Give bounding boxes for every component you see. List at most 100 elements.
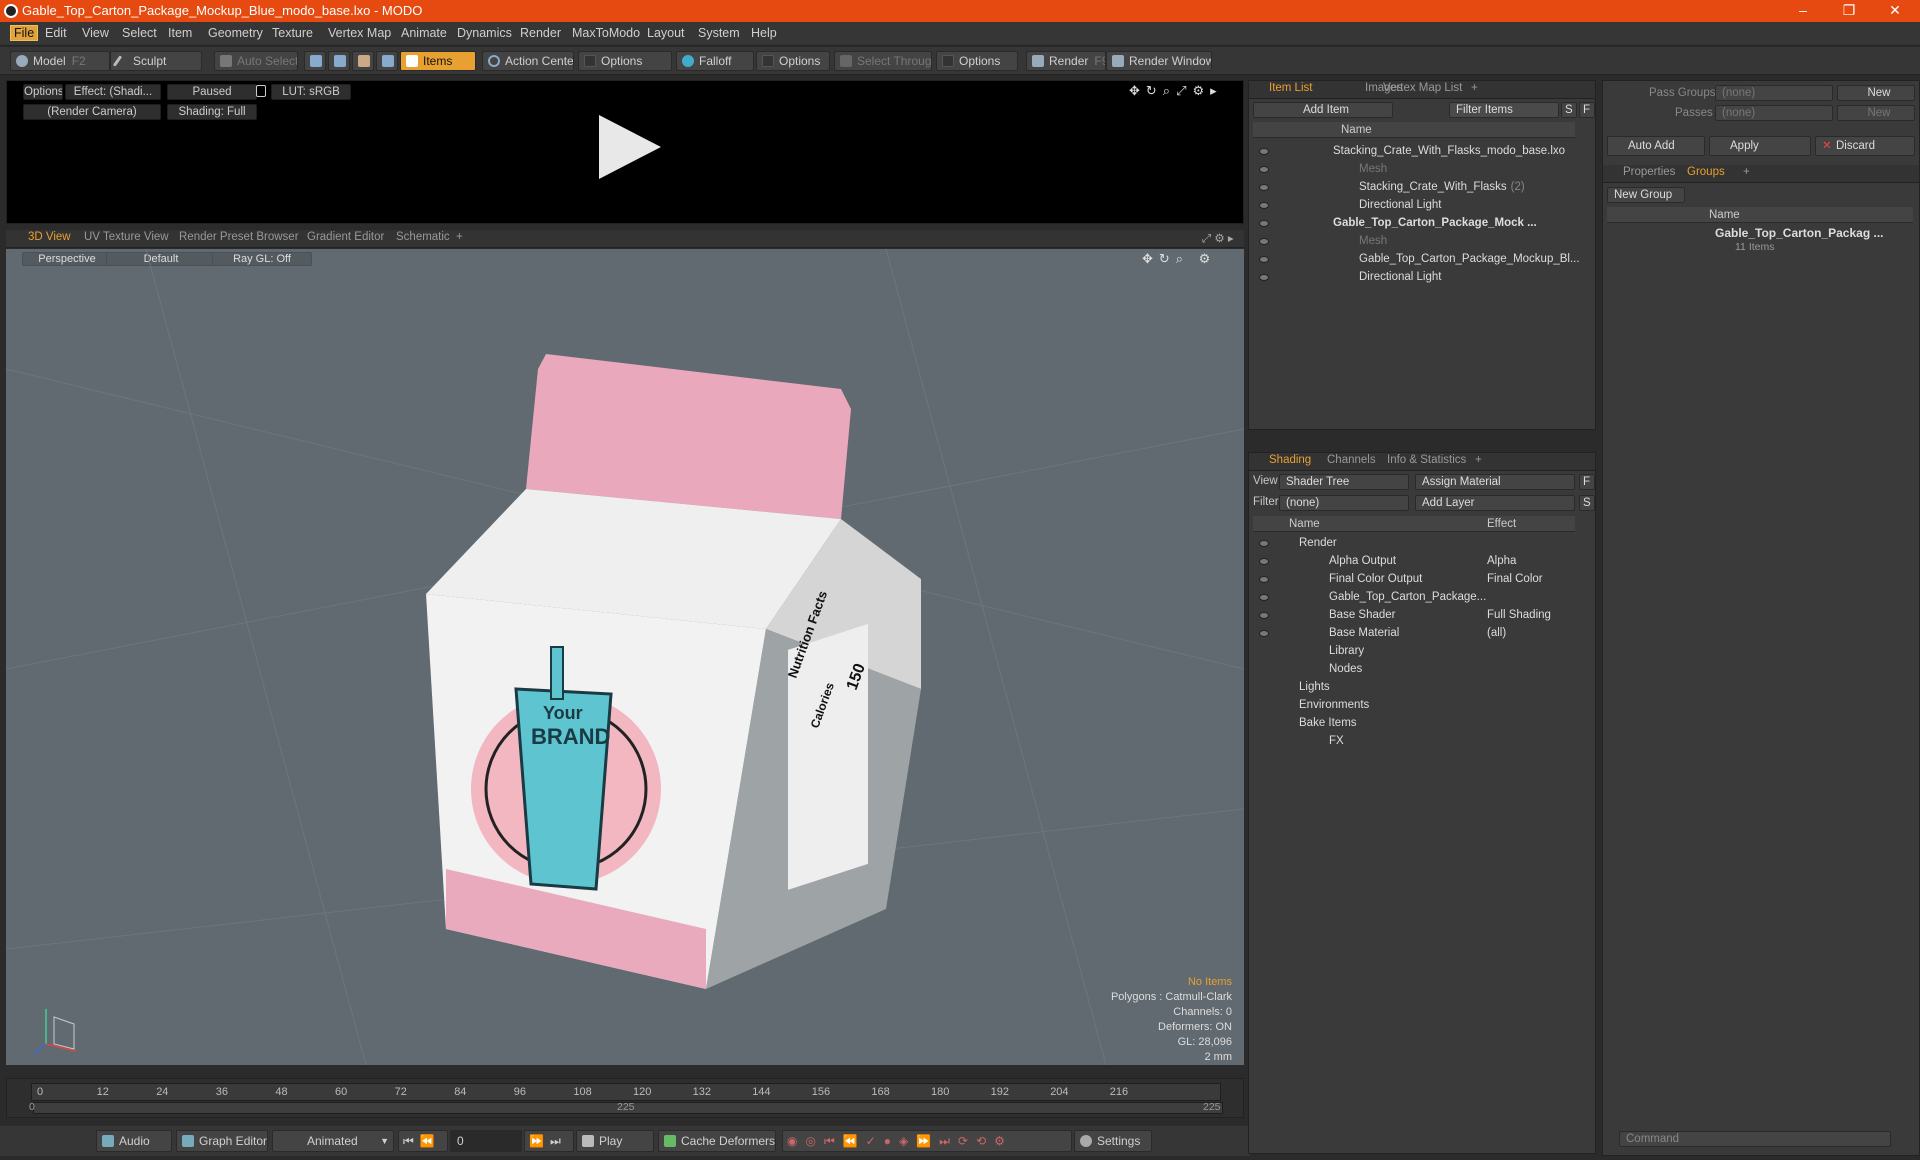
tab-add-groups[interactable]: + [1743,166,1750,178]
item-row[interactable]: Directional Light [1359,196,1441,214]
action-center-button[interactable]: Action Center [482,51,574,71]
shader-row[interactable]: Lights [1299,678,1330,696]
shader-row[interactable]: Nodes [1329,660,1362,678]
shader-row[interactable]: Base Shader [1329,606,1396,624]
vertices-mode-button[interactable] [304,51,326,71]
visibility-eye-icon[interactable] [1259,238,1269,245]
visibility-eye-icon[interactable] [1259,274,1269,281]
maximize-button[interactable]: ❐ [1826,0,1872,22]
carton-model[interactable]: Your BRAND Nutrition Facts Calories 150 [426,354,921,989]
assign-material-dropdown[interactable]: Assign Material [1415,474,1575,490]
item-row[interactable]: Stacking_Crate_With_Flasks (2) [1359,178,1525,196]
shader-row-effect[interactable]: Full Shading [1487,606,1551,624]
menu-texture[interactable]: Texture [272,26,313,40]
command-input[interactable]: Command [1619,1131,1891,1147]
shader-row[interactable]: Gable_Top_Carton_Package... [1329,588,1486,606]
menu-edit[interactable]: Edit [45,26,67,40]
minimize-button[interactable]: – [1780,0,1826,22]
graph-editor-button[interactable]: Graph Editor [176,1130,268,1152]
visibility-eye-icon[interactable] [1259,202,1269,209]
item-row[interactable]: Directional Light [1359,268,1441,286]
lock-icon[interactable] [256,85,266,97]
lut-dropdown[interactable]: LUT: sRGB [271,84,351,100]
visibility-eye-icon[interactable] [1259,576,1269,583]
visibility-eye-icon[interactable] [1259,630,1269,637]
tab-render-preset-browser[interactable]: Render Preset Browser [179,231,299,243]
passes-dropdown[interactable]: (none) [1715,105,1833,121]
visibility-eye-icon[interactable] [1259,184,1269,191]
timeline-ruler[interactable] [31,1083,1221,1101]
visibility-eye-icon[interactable] [1259,148,1269,155]
auto-add-button[interactable]: Auto Add [1607,136,1705,156]
menu-maxtomodo[interactable]: MaxToModo [572,26,640,40]
filter-items-input[interactable]: Filter Items [1449,102,1559,118]
visibility-eye-icon[interactable] [1259,166,1269,173]
shader-row[interactable]: Base Material [1329,624,1399,642]
render-effect-dropdown[interactable]: Effect: (Shadi... [65,84,161,100]
audio-button[interactable]: Audio [96,1130,172,1152]
frame-input[interactable]: 0 [450,1130,522,1152]
menu-select[interactable]: Select [122,26,157,40]
menu-file[interactable]: File [10,25,39,41]
timeline[interactable]: 0 12 24 36 48 60 72 84 96 108 120 132 144 156 168 180 19… [6,1078,1244,1118]
tab-uv-texture-view[interactable]: UV Texture View [84,231,169,243]
shading-s-button[interactable]: S [1579,495,1595,511]
shader-row-effect[interactable]: Final Color [1487,570,1543,588]
prev-key-buttons[interactable]: ⏮⏪ [398,1130,448,1152]
tab-vertex-map-list[interactable]: Vertex Map List [1383,82,1462,94]
add-layer-dropdown[interactable]: Add Layer [1415,495,1575,511]
menu-animate[interactable]: Animate [401,26,447,40]
filter-s-button[interactable]: S [1561,102,1577,118]
visibility-eye-icon[interactable] [1259,540,1269,547]
new-group-button[interactable]: New Group [1607,187,1685,203]
viewport-settings-icon[interactable]: ⤢ ⚙ ▸ [1202,231,1234,246]
3d-viewport[interactable]: Perspective Default Ray GL: Off ✥↻⌕ ⚙ Yo… [6,249,1244,1065]
menu-geometry[interactable]: Geometry [208,26,263,40]
filter-f-button[interactable]: F [1579,102,1595,118]
edges-mode-button[interactable] [328,51,350,71]
cache-deformers-button[interactable]: Cache Deformers [658,1130,776,1152]
items-mode-button[interactable]: Items [400,51,476,71]
tab-properties[interactable]: Properties [1623,166,1675,178]
menu-render[interactable]: Render [520,26,561,40]
settings-button[interactable]: Settings [1074,1130,1152,1152]
item-row[interactable]: Gable_Top_Carton_Package_Mock ... [1333,214,1537,232]
shader-row-effect[interactable]: (all) [1487,624,1506,642]
falloff-button[interactable]: Falloff [676,51,754,71]
shading-dropdown[interactable]: Shading: Full [167,104,257,120]
render-paused-button[interactable]: Paused [167,84,257,100]
key-tools-strip[interactable]: ◉◎⏮⏪✓●◈⏩⏭⟳⟲⚙ [782,1130,1072,1152]
shader-row[interactable]: FX [1329,732,1344,750]
tab-add[interactable]: + [456,231,463,243]
tab-groups[interactable]: Groups [1687,166,1725,178]
discard-button[interactable]: ✕ Discard [1815,136,1915,156]
tab-info-statistics[interactable]: Info & Statistics [1387,454,1466,466]
render-button[interactable]: Render F9 [1026,51,1106,71]
shader-row[interactable]: Bake Items [1299,714,1357,732]
add-item-dropdown[interactable]: Add Item [1253,102,1393,118]
visibility-eye-icon[interactable] [1259,256,1269,263]
new-pass-button[interactable]: New [1837,105,1915,121]
action-center-options-button[interactable]: Options [578,51,672,71]
shader-row[interactable]: Alpha Output [1329,552,1396,570]
shader-row[interactable]: Final Color Output [1329,570,1422,588]
select-through-options-button[interactable]: Options [936,51,1018,71]
tab-3d-view[interactable]: 3D View [28,231,71,243]
menu-item[interactable]: Item [168,26,192,40]
sculpt-mode-button[interactable]: Sculpt [110,51,202,71]
render-options-button[interactable]: Options [23,84,63,100]
menu-vertex-map[interactable]: Vertex Map [328,26,391,40]
animated-dropdown[interactable]: Animated ▼ [272,1130,394,1152]
polygons-mode-button[interactable] [352,51,374,71]
tab-channels[interactable]: Channels [1327,454,1376,466]
apply-button[interactable]: Apply [1709,136,1811,156]
play-button[interactable]: Play [576,1130,654,1152]
pass-groups-dropdown[interactable]: (none) [1715,85,1833,101]
shader-row[interactable]: Render [1299,534,1337,552]
shading-filter-dropdown[interactable]: (none) [1279,495,1409,511]
shader-tree-dropdown[interactable]: Shader Tree [1279,474,1409,490]
item-row[interactable]: Mesh [1359,232,1387,250]
menu-system[interactable]: System [698,26,740,40]
shading-f-button[interactable]: F [1579,474,1595,490]
tab-shading[interactable]: Shading [1269,454,1311,466]
